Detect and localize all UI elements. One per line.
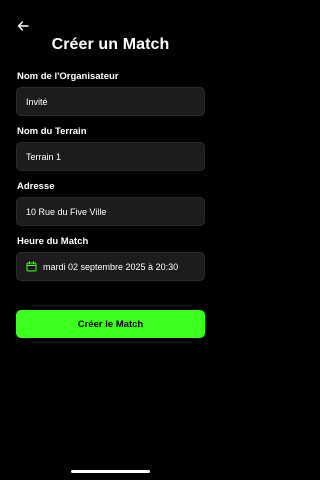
address-field[interactable] xyxy=(16,197,205,226)
home-indicator[interactable] xyxy=(71,470,150,473)
back-button[interactable] xyxy=(14,17,32,35)
create-match-screen: Créer un Match Nom de l'Organisateur Nom… xyxy=(0,0,221,480)
match-time-value: mardi 02 septembre 2025 à 20:30 xyxy=(43,261,179,272)
field-name-label: Nom du Terrain xyxy=(17,126,87,137)
organizer-field[interactable] xyxy=(16,87,205,116)
field-name-field[interactable] xyxy=(16,142,205,171)
organizer-label: Nom de l'Organisateur xyxy=(17,71,119,82)
organizer-input[interactable] xyxy=(26,96,204,107)
match-time-picker[interactable]: mardi 02 septembre 2025 à 20:30 xyxy=(16,252,205,281)
calendar-icon xyxy=(26,261,37,272)
page-title: Créer un Match xyxy=(51,36,170,53)
field-name-input[interactable] xyxy=(26,151,204,162)
match-time-label: Heure du Match xyxy=(17,236,89,247)
address-input[interactable] xyxy=(26,206,204,217)
arrow-left-icon xyxy=(17,21,29,31)
create-match-button[interactable]: Créer le Match xyxy=(16,310,205,338)
address-label: Adresse xyxy=(17,181,55,192)
